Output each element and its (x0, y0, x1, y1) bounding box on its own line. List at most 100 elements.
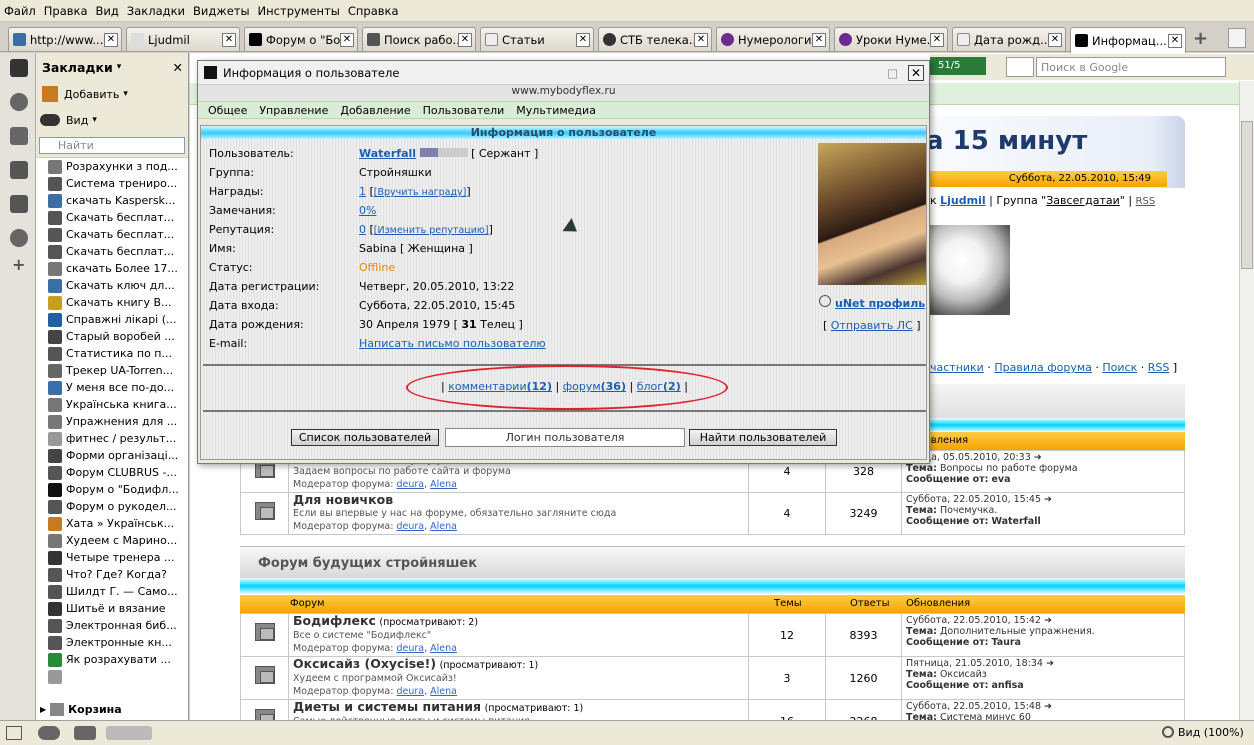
update-author[interactable]: eva (991, 474, 1010, 485)
bookmarks-panel-icon[interactable] (10, 59, 28, 77)
email-link[interactable]: Написать письмо пользователю (359, 337, 546, 350)
scrollbar-thumb[interactable] (1241, 121, 1253, 269)
tab-6[interactable]: СТБ телека... ✕ (598, 27, 712, 51)
menu-users[interactable]: Пользователи (423, 104, 505, 117)
reputation-link[interactable]: 0 (359, 223, 366, 236)
nav-rss[interactable]: RSS (1148, 361, 1170, 374)
bookmark-item[interactable]: Шилдт Г. — Само... (36, 583, 188, 600)
close-icon[interactable]: ✕ (173, 60, 183, 75)
close-icon[interactable]: ✕ (104, 32, 118, 47)
tab-10-active[interactable]: Информац... ✕ (1070, 27, 1186, 53)
bookmark-item[interactable]: скачать Kaspersk... (36, 192, 188, 209)
bookmark-item[interactable]: Четыре тренера ... (36, 549, 188, 566)
mod-link[interactable]: Alena (430, 521, 457, 532)
forum-link[interactable]: Диеты и системы питания (293, 699, 481, 714)
update-theme[interactable]: Вопросы по работе форума (940, 463, 1078, 474)
menu-add[interactable]: Добавление (340, 104, 410, 117)
bookmark-item[interactable]: Худеем с Марино... (36, 532, 188, 549)
give-award-link[interactable]: [Вручить награду] (374, 187, 467, 198)
bookmark-item[interactable]: Форум о рукодел... (36, 498, 188, 515)
close-icon[interactable]: ✕ (340, 32, 354, 47)
bookmark-item[interactable]: Скачать книгу В... (36, 294, 188, 311)
close-icon[interactable]: ✕ (1168, 33, 1182, 48)
mod-link[interactable]: deura (396, 643, 424, 654)
bookmark-item[interactable]: Форми організаці... (36, 447, 188, 464)
menu-tools[interactable]: Инструменты (258, 4, 340, 18)
forum-link[interactable]: Для новичков (293, 492, 393, 507)
goto-icon[interactable]: ➜ (1034, 452, 1042, 463)
panel-toggle-icon[interactable] (6, 726, 22, 740)
trash-icon[interactable] (1228, 28, 1246, 48)
bookmark-item[interactable]: Шитьё и вязание (36, 600, 188, 617)
sidebar-title[interactable]: Закладки (42, 60, 113, 75)
bookmark-item[interactable]: Форум CLUBRUS -... (36, 464, 188, 481)
menu-file[interactable]: Файл (4, 4, 36, 18)
vertical-scrollbar[interactable] (1239, 81, 1254, 720)
bookmark-item[interactable]: Старый воробей ... (36, 328, 188, 345)
awards-link[interactable]: 1 (359, 185, 366, 198)
update-theme[interactable]: Дополнительные упражнения. (940, 626, 1095, 637)
bookmark-item[interactable]: Скачать бесплат... (36, 226, 188, 243)
bookmark-item[interactable]: Справжні лікарі (... (36, 311, 188, 328)
close-icon[interactable]: ✕ (222, 32, 236, 47)
menu-widgets[interactable]: Виджеты (193, 4, 250, 18)
bookmark-item[interactable]: Скачать бесплат... (36, 209, 188, 226)
bookmark-item[interactable]: фитнес / результ... (36, 430, 188, 447)
google-engine-icon[interactable] (1006, 57, 1034, 77)
goto-icon[interactable]: ➜ (1046, 658, 1054, 669)
chevron-down-icon[interactable]: ▾ (117, 62, 122, 72)
goto-icon[interactable]: ➜ (1044, 494, 1052, 505)
bookmark-item[interactable]: У меня все по-до... (36, 379, 188, 396)
rss-link[interactable]: RSS (1136, 196, 1156, 207)
nav-members[interactable]: частники (930, 361, 984, 374)
update-theme[interactable]: Оксисайз (940, 669, 987, 680)
goto-icon[interactable]: ➜ (1044, 701, 1052, 712)
tab-1[interactable]: http://www.... ✕ (8, 27, 122, 51)
tab-8[interactable]: Уроки Нуме... ✕ (834, 27, 948, 51)
find-users-button[interactable]: Найти пользователей (689, 429, 837, 446)
notes-icon[interactable] (10, 161, 28, 179)
menu-manage[interactable]: Управление (259, 104, 328, 117)
menu-help[interactable]: Справка (348, 4, 399, 18)
close-icon[interactable]: ✕ (930, 32, 944, 47)
forum-link[interactable]: Бодифлекс (293, 613, 376, 628)
bookmark-item[interactable]: Система трениро... (36, 175, 188, 192)
bookmark-item[interactable]: Форум о "Бодифл... (36, 481, 188, 498)
close-icon[interactable]: ✕ (576, 32, 590, 47)
bookmark-item[interactable] (36, 668, 188, 685)
mod-link[interactable]: deura (396, 479, 424, 490)
goto-icon[interactable]: ➜ (1044, 615, 1052, 626)
bookmark-item[interactable]: Что? Где? Когда? (36, 566, 188, 583)
download-icon[interactable] (10, 195, 28, 213)
folder-trash[interactable]: ▶ Корзина (36, 702, 188, 717)
tab-4[interactable]: Поиск рабо... ✕ (362, 27, 476, 51)
sync-icon[interactable] (38, 726, 60, 740)
chevron-down-icon[interactable]: ▾ (92, 115, 97, 125)
network-icon[interactable] (74, 726, 96, 740)
new-tab-button[interactable]: + (1193, 28, 1208, 49)
bookmark-item[interactable]: Як розрахувати ... (36, 651, 188, 668)
bookmark-item[interactable]: Трекер UA-Torren... (36, 362, 188, 379)
menu-bookmarks[interactable]: Закладки (127, 4, 185, 18)
mod-link[interactable]: deura (396, 521, 424, 532)
bookmark-item[interactable]: Электронные кн... (36, 634, 188, 651)
close-icon[interactable]: ✕ (812, 32, 826, 47)
update-author[interactable]: Waterfall (991, 516, 1040, 527)
username-link[interactable]: Waterfall (359, 147, 416, 160)
bookmark-item[interactable]: Электронная биб... (36, 617, 188, 634)
close-icon[interactable]: ✕ (1048, 32, 1062, 47)
update-theme[interactable]: Почемучка. (940, 505, 997, 516)
unet-profile[interactable]: uNet профиль (819, 295, 925, 310)
gear-icon[interactable] (10, 93, 28, 111)
tab-3[interactable]: Форум о "Бо...✕ (244, 27, 358, 51)
unet-link[interactable]: uNet профиль (835, 297, 925, 310)
forum-link[interactable]: Оксисайз (Oxycise!) (293, 656, 436, 671)
tab-7[interactable]: Нумерология ✕ (716, 27, 830, 51)
nav-search[interactable]: Поиск (1102, 361, 1137, 374)
menu-edit[interactable]: Правка (44, 4, 88, 18)
bookmark-item[interactable]: Скачать ключ дл... (36, 277, 188, 294)
minimize-icon[interactable]: □ (887, 66, 898, 80)
widgets-icon[interactable] (10, 127, 28, 145)
close-icon[interactable]: ✕ (694, 32, 708, 47)
menu-view[interactable]: Вид (96, 4, 119, 18)
